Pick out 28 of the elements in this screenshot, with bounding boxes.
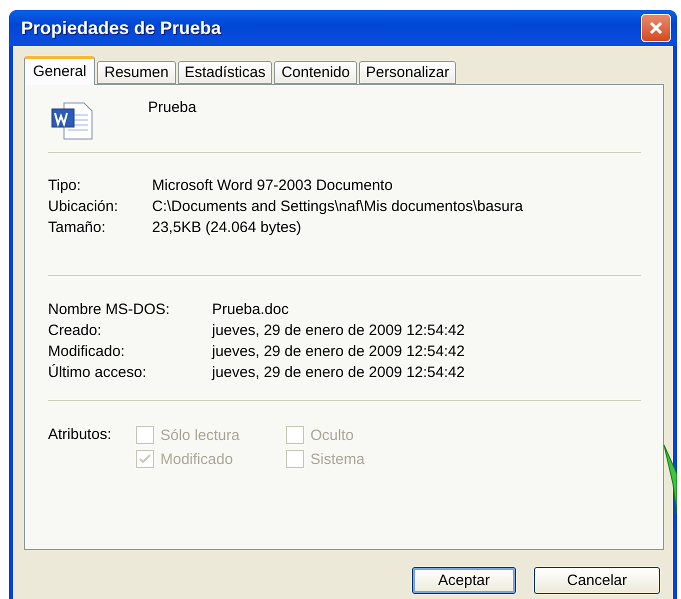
tab[interactable]: Personalizar: [358, 61, 456, 84]
pointer-drawing: [663, 444, 677, 514]
window-title: Propiedades de Prueba: [21, 18, 222, 38]
property-label: Creado:: [48, 321, 102, 341]
property-value: Microsoft Word 97-2003 Documento: [152, 176, 394, 196]
property-value: jueves, 29 de enero de 2009 12:54:42: [212, 342, 466, 362]
property-value: 23,5KB (24.064 bytes): [152, 218, 302, 238]
property-label: Último acceso:: [48, 363, 148, 383]
property-label: Tipo:: [48, 176, 82, 196]
tab[interactable]: General: [24, 56, 96, 85]
tab[interactable]: Contenido: [274, 61, 357, 84]
property-value: jueves, 29 de enero de 2009 12:54:42: [212, 321, 466, 341]
close-icon: [648, 20, 664, 36]
property-label: Ubicación:: [48, 197, 120, 217]
property-value: jueves, 29 de enero de 2009 12:54:42: [212, 363, 466, 383]
tab[interactable]: Resumen: [97, 61, 176, 84]
checkmark-icon: [139, 454, 152, 464]
property-label: Nombre MS-DOS:: [48, 300, 171, 320]
dialog-button[interactable]: Cancelar: [534, 567, 660, 594]
close-button[interactable]: [641, 14, 671, 42]
dialog-button[interactable]: Aceptar: [412, 567, 516, 594]
tab[interactable]: Estadísticas: [178, 61, 272, 84]
property-label: Tamaño:: [48, 218, 107, 238]
property-value: C:\Documents and Settings\naf\Mis documentos\basura: [152, 197, 524, 217]
file-name: Prueba: [148, 99, 196, 116]
attributes-label: Atributos:: [48, 426, 112, 445]
property-value: Prueba.doc: [212, 300, 290, 320]
property-label: Modificado:: [48, 342, 126, 362]
